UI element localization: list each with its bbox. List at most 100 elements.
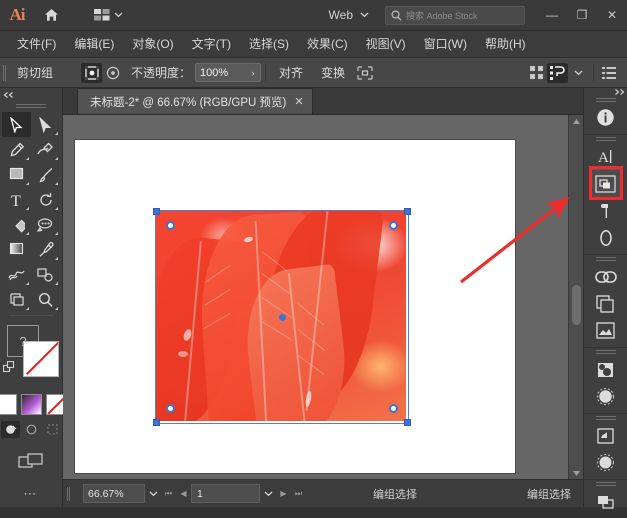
double-chevron-left-icon[interactable] (0, 88, 65, 101)
change-screen-mode-icon[interactable] (16, 450, 46, 472)
drag-grip-icon[interactable] (0, 58, 9, 87)
transform-button[interactable]: 变换 (312, 64, 354, 81)
selection-handle[interactable] (404, 208, 411, 215)
corner-anchor-point[interactable] (166, 404, 175, 413)
selection-handle[interactable] (153, 419, 160, 426)
drag-grip-icon[interactable] (595, 348, 617, 356)
edit-toolbar-dots-icon[interactable]: ⋯ (24, 486, 39, 502)
arrange-order-icon[interactable] (547, 63, 568, 83)
close-button[interactable]: ✕ (597, 0, 627, 30)
fill-swatch[interactable] (23, 341, 59, 377)
search-input[interactable]: 搜索 Adobe Stock (385, 6, 525, 25)
scroll-down-icon[interactable] (569, 467, 583, 479)
chevron-down-icon[interactable] (568, 63, 589, 83)
color-guide-panel[interactable] (591, 449, 621, 476)
corner-anchor-point[interactable] (389, 221, 398, 230)
zoom-level-input[interactable]: 66.67% (83, 484, 145, 503)
drag-grip-icon[interactable] (595, 480, 617, 488)
menu-window[interactable]: 窗口(W) (415, 31, 476, 57)
previous-page-icon[interactable]: ◀ (176, 485, 191, 502)
selection-tool[interactable] (2, 112, 31, 137)
symbol-sprayer-tool[interactable] (31, 262, 60, 287)
status-text-right[interactable]: 编组选择 (527, 486, 571, 502)
layers-panel[interactable] (591, 170, 621, 197)
brushes-panel[interactable] (591, 383, 621, 410)
selection-handle[interactable] (404, 419, 411, 426)
page-number-input[interactable]: 1 (191, 484, 260, 503)
zoom-tool[interactable] (31, 287, 60, 312)
selection-handle[interactable] (153, 208, 160, 215)
pathfinder-panel[interactable] (591, 488, 621, 515)
paragraph-panel[interactable] (591, 197, 621, 224)
menu-edit[interactable]: 编辑(E) (65, 31, 123, 57)
eyedropper-tool[interactable] (31, 237, 60, 262)
rectangle-tool[interactable] (2, 162, 31, 187)
menu-view[interactable]: 视图(V) (357, 31, 415, 57)
draw-inside-mode[interactable] (43, 421, 62, 438)
drag-grip-icon[interactable] (595, 255, 617, 263)
align-button[interactable]: 对齐 (270, 64, 312, 81)
close-icon[interactable]: ✕ (294, 95, 303, 108)
maximize-button[interactable]: ❐ (567, 0, 597, 30)
selection-bounding-box[interactable] (155, 210, 409, 424)
curvature-tool[interactable] (31, 137, 60, 162)
target-indicator-icon[interactable] (102, 63, 123, 83)
shaper-tool[interactable] (2, 212, 31, 237)
scrollbar-thumb[interactable] (572, 285, 581, 325)
canvas-viewport[interactable] (63, 115, 569, 479)
image-trace-panel[interactable] (591, 317, 621, 344)
opacity-panel[interactable] (591, 224, 621, 251)
chevron-down-icon[interactable] (145, 485, 161, 502)
document-info-panel[interactable] (591, 104, 621, 131)
scroll-up-icon[interactable] (569, 115, 583, 127)
next-page-icon[interactable]: ▶ (276, 485, 291, 502)
canvas-area[interactable] (63, 115, 583, 479)
corner-anchor-point[interactable] (389, 404, 398, 413)
rotate-tool[interactable] (31, 187, 60, 212)
center-anchor-point[interactable] (279, 314, 286, 321)
drag-grip-icon[interactable] (595, 414, 617, 422)
swap-fill-stroke-icon[interactable] (3, 361, 16, 374)
pen-tool[interactable] (2, 137, 31, 162)
drag-grip-icon[interactable] (0, 101, 62, 110)
corner-anchor-point[interactable] (166, 221, 175, 230)
first-page-icon[interactable]: ⏮ (161, 485, 176, 502)
workspace-switcher[interactable]: Web (329, 8, 369, 22)
type-tool[interactable]: T (2, 187, 31, 212)
menu-type[interactable]: 文字(T) (183, 31, 240, 57)
draw-behind-mode[interactable] (22, 421, 41, 438)
artboard-tool[interactable] (2, 287, 31, 312)
home-icon[interactable] (34, 0, 68, 30)
isolate-selected-object-icon[interactable] (81, 63, 102, 83)
drag-grip-icon[interactable] (595, 135, 617, 143)
symbols-panel[interactable] (591, 356, 621, 383)
menu-file[interactable]: 文件(F) (8, 31, 65, 57)
paintbrush-tool[interactable] (31, 162, 60, 187)
panel-options-icon[interactable] (598, 63, 619, 83)
double-chevron-right-icon[interactable] (582, 88, 627, 96)
gradient-swatch[interactable] (21, 394, 42, 415)
drag-grip-icon[interactable] (595, 96, 617, 104)
vertical-scrollbar[interactable] (568, 115, 583, 479)
swatches-panel[interactable] (591, 422, 621, 449)
draw-normal-mode[interactable] (1, 421, 20, 438)
links-panel[interactable] (591, 263, 621, 290)
status-text-left[interactable]: 编组选择 (373, 486, 417, 502)
artboard[interactable] (75, 140, 515, 473)
menu-select[interactable]: 选择(S) (240, 31, 298, 57)
chevron-right-icon[interactable]: › (246, 68, 260, 78)
arrange-documents-icon[interactable] (86, 0, 130, 30)
blend-tool[interactable] (2, 262, 31, 287)
menu-object[interactable]: 对象(O) (123, 31, 182, 57)
minimize-button[interactable]: — (537, 0, 567, 30)
document-tab[interactable]: 未标题-2* @ 66.67% (RGB/GPU 预览) ✕ (77, 88, 313, 114)
menu-effect[interactable]: 效果(C) (298, 31, 357, 57)
chevron-down-icon[interactable] (260, 485, 276, 502)
last-page-icon[interactable]: ⏭ (291, 485, 306, 502)
direct-selection-tool[interactable] (31, 112, 60, 137)
width-tool[interactable] (31, 212, 60, 237)
drag-grip-icon[interactable] (63, 480, 73, 507)
gradient-tool[interactable] (2, 237, 31, 262)
distribute-objects-icon[interactable] (526, 63, 547, 83)
artboards-panel[interactable] (591, 290, 621, 317)
